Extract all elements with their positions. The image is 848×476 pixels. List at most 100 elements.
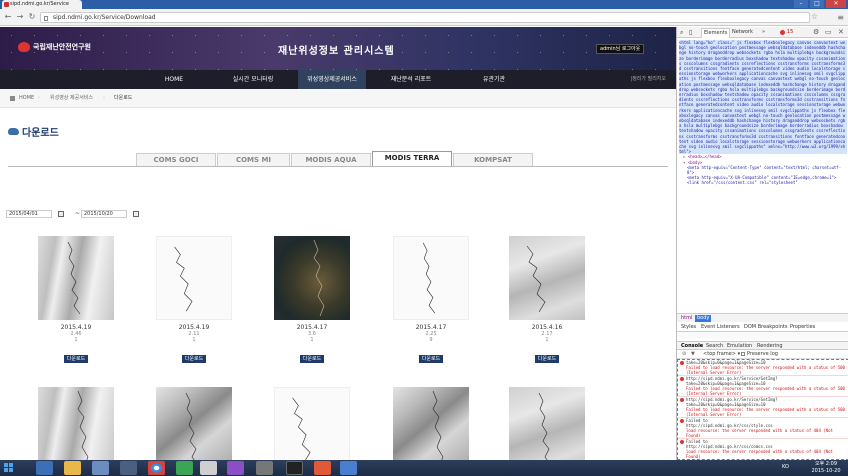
tab-modis-terra[interactable]: MODIS TERRA: [372, 151, 452, 166]
user-logout-box[interactable]: admin님 로그아웃: [596, 44, 645, 54]
tab-elements[interactable]: Elements: [701, 28, 731, 38]
nav-item-report[interactable]: 재난분석 리포트: [372, 70, 450, 89]
tab-modis-aqua[interactable]: MODIS AQUA: [291, 153, 371, 166]
folder-icon[interactable]: [64, 461, 81, 475]
date-to-input[interactable]: 2015/10/20: [81, 210, 127, 218]
error-count[interactable]: 15: [787, 27, 793, 38]
preserve-log-checkbox[interactable]: [741, 352, 745, 356]
download-button[interactable]: 다운로드: [535, 355, 559, 363]
app-icon[interactable]: [340, 461, 357, 475]
tab-event-listeners[interactable]: Event Listeners: [701, 323, 740, 332]
dock-icon[interactable]: ▭: [825, 27, 832, 38]
windows-start-icon[interactable]: [4, 463, 14, 473]
minimize-icon[interactable]: –: [794, 0, 808, 8]
browser-tab[interactable]: sipd.ndmi.go.kr/Service: [2, 0, 82, 9]
tab-network[interactable]: Network: [732, 27, 753, 38]
reload-icon[interactable]: ↻: [27, 12, 37, 22]
breadcrumb-home[interactable]: HOME: [19, 89, 34, 108]
app-icon[interactable]: [176, 461, 193, 475]
back-arrow-icon[interactable]: ←: [3, 12, 13, 22]
tab-kompsat[interactable]: KOMPSAT: [453, 153, 533, 166]
console-error[interactable]: Failed to http://sipd.ndmi.go.kr/css/comc…: [678, 439, 848, 459]
inspect-icon[interactable]: ⌕: [680, 27, 683, 38]
close-window-icon[interactable]: ✕: [826, 0, 846, 8]
satellite-thumbnail[interactable]: [509, 236, 585, 320]
url-input[interactable]: sipd.ndmi.go.kr/Service/Download: [40, 12, 810, 23]
app-icon[interactable]: [92, 461, 109, 475]
app-icon[interactable]: [314, 461, 331, 475]
calendar-icon[interactable]: [58, 211, 64, 217]
nav-item-agencies[interactable]: 유관기관: [456, 70, 532, 89]
bookmark-star-icon[interactable]: ☆: [811, 12, 818, 21]
download-button[interactable]: 다운로드: [419, 355, 443, 363]
console-error[interactable]: take=20&skip=0&page=1&pageSize=10 Failed …: [678, 360, 848, 376]
clear-console-icon[interactable]: ⊘: [682, 350, 686, 359]
web-page: 국립재난안전연구원 재난위성정보 관리시스템 admin님 로그아웃 HOME …: [0, 27, 676, 460]
tab-coms-goci[interactable]: COMS GOCI: [136, 153, 216, 166]
device-mode-icon[interactable]: ▯: [689, 27, 692, 38]
console-message: Failed to load resource: the server resp…: [686, 407, 845, 417]
satellite-thumbnail[interactable]: [156, 387, 232, 460]
satellite-thumbnail[interactable]: [274, 387, 350, 460]
system-clock[interactable]: 오후 2:09 2015-10-20: [806, 461, 846, 475]
download-button[interactable]: 다운로드: [182, 355, 206, 363]
calendar-icon[interactable]: [133, 211, 139, 217]
crumb-html[interactable]: html: [681, 314, 692, 323]
site-logo[interactable]: 국립재난안전연구원: [18, 40, 91, 54]
gear-icon[interactable]: ⚙: [813, 27, 819, 38]
coastline-outline: [526, 245, 546, 313]
tab-coms-mi[interactable]: COMS MI: [217, 153, 290, 166]
dom-line-meta[interactable]: <meta http-equiv="Content-Type" content=…: [679, 165, 847, 175]
sitemap-link[interactable]: |정리가 필리지오: [631, 70, 666, 89]
main-navigation: HOME 실시간 모니터링 위성영상제공서비스 재난분석 리포트 유관기관 |정…: [0, 70, 676, 89]
console-error[interactable]: http://sipd.ndmi.go.kr/Service/GetImg? ta…: [678, 397, 848, 418]
satellite-thumbnail[interactable]: [38, 387, 114, 460]
console-output[interactable]: take=20&skip=0&page=1&pageSize=10 Failed …: [677, 359, 848, 460]
satellite-thumbnail[interactable]: [156, 236, 232, 320]
nav-item-monitoring[interactable]: 실시간 모니터링: [214, 70, 292, 89]
image-date: 2015.4.17: [415, 324, 447, 331]
terminal-icon[interactable]: [120, 461, 137, 475]
visual-studio-icon[interactable]: [227, 461, 244, 475]
filter-icon[interactable]: ▼: [691, 350, 695, 359]
satellite-thumbnail[interactable]: [393, 236, 469, 320]
maximize-icon[interactable]: □: [810, 0, 824, 8]
nav-item-home[interactable]: HOME: [146, 70, 202, 89]
tab-styles[interactable]: Styles: [681, 323, 696, 332]
dom-tree[interactable]: <html lang="ko" class=" js flexbox flexb…: [679, 40, 847, 310]
ie-icon[interactable]: [36, 461, 53, 475]
browser-menu-icon[interactable]: ≡: [837, 13, 844, 22]
nav-item-satellite-service[interactable]: 위성영상제공서비스: [298, 70, 366, 89]
satellite-thumbnail[interactable]: [38, 236, 114, 320]
image-card: 2015.4.15: [149, 387, 239, 460]
app-icon[interactable]: [200, 461, 217, 475]
date-from-input[interactable]: 2015/04/01: [6, 210, 52, 218]
input-language[interactable]: KO: [782, 464, 789, 470]
breadcrumb-service[interactable]: 위성영상 제공서비스: [50, 89, 93, 108]
site-banner: 국립재난안전연구원 재난위성정보 관리시스템 admin님 로그아웃: [0, 27, 676, 70]
chrome-icon[interactable]: [148, 461, 165, 475]
satellite-thumbnail[interactable]: [274, 236, 350, 320]
more-tabs-icon[interactable]: »: [762, 27, 765, 38]
download-button[interactable]: 다운로드: [64, 355, 88, 363]
console-error[interactable]: http://sipd.ndmi.go.kr/Service/GetImg? ta…: [678, 376, 848, 397]
satellite-thumbnail[interactable]: [509, 387, 585, 460]
crumb-body[interactable]: body: [695, 315, 712, 322]
app-icon[interactable]: [256, 461, 273, 475]
console-message: Failed to load resource: the server resp…: [686, 386, 845, 396]
console-toolbar: ⊘ ▼ <top frame> ▾ Preserve log: [677, 350, 848, 359]
coastline-outline: [422, 242, 436, 314]
tab-properties[interactable]: Properties: [790, 323, 815, 332]
forward-arrow-icon[interactable]: →: [15, 12, 25, 22]
dom-line-link[interactable]: <link href="/css/content.css" rel="style…: [679, 180, 847, 185]
console-error[interactable]: Failed to http://sipd.ndmi.go.kr/css/styl…: [678, 418, 848, 439]
frame-select[interactable]: <top frame> ▾: [703, 350, 740, 359]
close-icon[interactable]: ✕: [838, 27, 844, 38]
download-button[interactable]: 다운로드: [300, 355, 324, 363]
tab-dom-breakpoints[interactable]: DOM Breakpoints: [744, 323, 787, 332]
cmd-icon[interactable]: [286, 461, 303, 475]
satellite-thumbnail[interactable]: [393, 387, 469, 460]
dom-line-html[interactable]: <html lang="ko" class=" js flexbox flexb…: [679, 40, 847, 155]
taskbar: KO 오후 2:09 2015-10-20: [0, 460, 848, 476]
image-caption: 2015.4.17 3.6 1: [267, 324, 357, 343]
